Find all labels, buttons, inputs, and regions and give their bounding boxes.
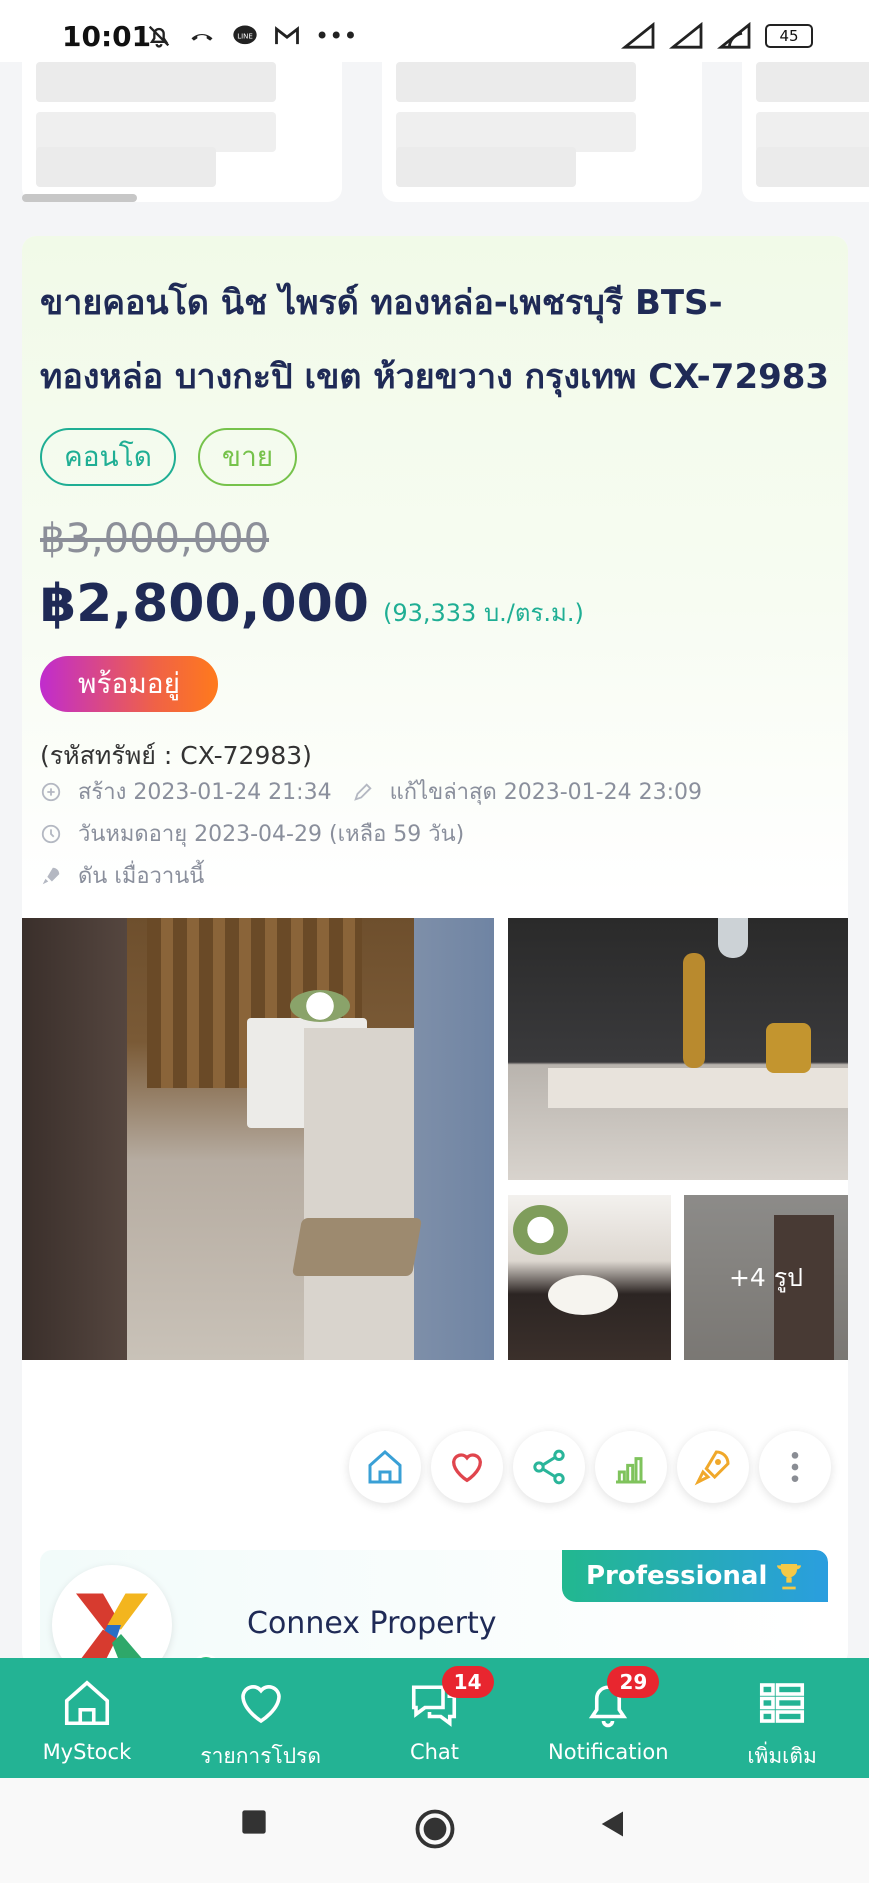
boost-time: ดัน เมื่อวานนี้ [78, 864, 205, 889]
back-triangle-icon[interactable] [598, 1808, 628, 1840]
photo-thumbnail[interactable] [508, 918, 848, 1180]
old-price: ฿3,000,000 [40, 516, 270, 562]
photo-thumbnail[interactable] [508, 1195, 671, 1360]
edited-date: แก้ไขล่าสุด 2023-01-24 23:09 [389, 780, 702, 805]
boost-button[interactable] [677, 1431, 749, 1503]
nav-label: MyStock [42, 1740, 132, 1764]
heart-icon [451, 1453, 483, 1483]
vertical-dots-icon [791, 1452, 799, 1482]
property-type-tag[interactable]: คอนโด [40, 428, 176, 486]
chat-badge: 14 [441, 1666, 494, 1698]
current-price: ฿2,800,000 [40, 574, 369, 634]
expiry-date: วันหมดอายุ 2023-04-29 (เหลือ 59 วัน) [78, 822, 465, 847]
clock-icon [41, 824, 61, 843]
rocket-icon [42, 867, 60, 884]
professional-badge: Professional [562, 1550, 828, 1602]
listing-tags: คอนโด ขาย [40, 428, 298, 486]
status-time: 10:01 [62, 20, 152, 53]
bar-chart-icon [616, 1457, 646, 1484]
nav-chat[interactable]: 14 Chat [348, 1658, 522, 1778]
nav-favorites[interactable]: รายการโปรด [174, 1658, 348, 1778]
listing-card: ขายคอนโด นิช ไพรด์ ทองหล่อ-เพชรบุรี BTS-… [22, 236, 848, 1666]
created-edited-line: สร้าง 2023-01-24 21:34 แก้ไขล่าสุด 2023-… [40, 774, 702, 809]
property-code: (รหัสทรัพย์ : CX-72983) [40, 741, 312, 770]
share-icon [533, 1449, 565, 1485]
bottom-navigation: MyStock รายการโปรด 14 Chat 29 Notificati… [0, 1658, 869, 1778]
more-photos-thumbnail[interactable]: +4 รูป [684, 1195, 848, 1360]
missed-call-icon [191, 33, 213, 41]
more-options-button[interactable] [759, 1431, 831, 1503]
availability-badge: พร้อมอยู่ [40, 656, 218, 712]
stats-button[interactable] [595, 1431, 667, 1503]
trophy-icon [777, 1564, 801, 1590]
price-per-sqm: (93,333 บ./ตร.ม.) [382, 599, 584, 627]
created-date: สร้าง 2023-01-24 21:34 [78, 780, 332, 805]
notification-icons: LINE ••• [145, 22, 357, 50]
add-to-stock-button[interactable] [349, 1431, 421, 1503]
connex-logo-icon [76, 1593, 148, 1666]
status-bar: 10:01 LINE ••• 45 [0, 0, 869, 62]
more-photos-label: +4 รูป [728, 1263, 804, 1292]
price-row: ฿2,800,000 (93,333 บ./ตร.ม.) [40, 574, 584, 634]
professional-label: Professional [586, 1561, 768, 1591]
agent-name[interactable]: Connex Property [247, 1606, 497, 1641]
svg-text:LINE: LINE [237, 32, 253, 40]
deal-type-tag[interactable]: ขาย [197, 428, 298, 486]
skeleton-card [742, 62, 869, 202]
notification-badge: 29 [607, 1666, 660, 1698]
skeleton-card [382, 62, 702, 202]
favorite-button[interactable] [431, 1431, 503, 1503]
system-indicators: 45 [621, 22, 813, 50]
nav-notification[interactable]: 29 Notification [521, 1658, 695, 1778]
main-photo[interactable] [22, 918, 494, 1360]
nav-label: เพิ่มเติม [747, 1744, 817, 1768]
nav-label: Chat [409, 1740, 460, 1764]
home-outline-icon [368, 1449, 402, 1484]
nav-label: Notification [548, 1740, 669, 1764]
pencil-icon [353, 782, 372, 801]
nav-label: รายการโปรด [200, 1744, 322, 1768]
home-icon [64, 1680, 109, 1726]
line-icon: LINE [233, 25, 257, 45]
signal-icon [669, 22, 703, 49]
boost-line: ดัน เมื่อวานนี้ [40, 858, 204, 893]
skeleton-card [22, 62, 342, 202]
heart-icon [240, 1685, 281, 1724]
more-dots-icon: ••• [315, 22, 358, 50]
battery-icon: 45 [765, 24, 813, 48]
loading-carousel[interactable] [0, 62, 869, 212]
expiry-line: วันหมดอายุ 2023-04-29 (เหลือ 59 วัน) [40, 816, 464, 851]
rocket-icon [694, 1450, 730, 1486]
plus-circle-icon [41, 782, 61, 801]
system-navigation-bar [0, 1778, 869, 1883]
carousel-scroll-indicator [22, 194, 137, 202]
wifi-icon [717, 22, 751, 49]
nav-mystock[interactable]: MyStock [0, 1658, 174, 1778]
menu-grid-icon [760, 1683, 805, 1723]
mute-bell-icon [148, 25, 170, 48]
listing-actions [349, 1431, 831, 1503]
gmail-icon [275, 26, 299, 45]
nav-more[interactable]: เพิ่มเติม [695, 1658, 869, 1778]
home-circle-icon[interactable] [414, 1808, 456, 1850]
listing-title: ขายคอนโด นิช ไพรด์ ทองหล่อ-เพชรบุรี BTS-… [40, 283, 830, 397]
share-button[interactable] [513, 1431, 585, 1503]
recents-square-icon[interactable] [240, 1808, 268, 1836]
signal-icon [621, 22, 655, 49]
